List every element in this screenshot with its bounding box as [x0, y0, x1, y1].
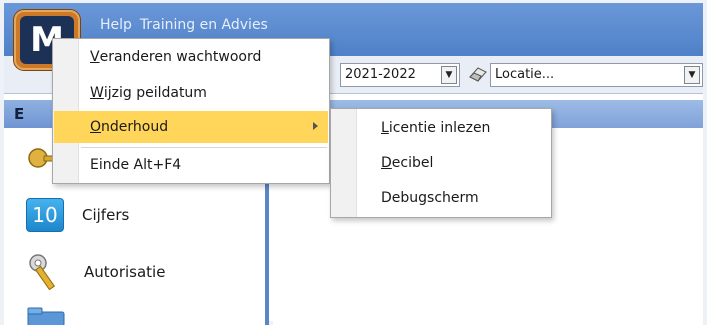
menu-separator: [81, 147, 327, 148]
submenu-item-license[interactable]: Licentie inlezen: [332, 112, 550, 144]
folder-icon: [27, 307, 65, 325]
chevron-down-icon[interactable]: ▼: [441, 66, 457, 84]
menu-item-exit[interactable]: Einde Alt+F4: [54, 149, 328, 181]
location-combo-value: Locatie...: [495, 67, 555, 82]
year-combo[interactable]: 2021-2022 ▼: [340, 63, 460, 87]
chevron-down-icon[interactable]: ▼: [684, 66, 700, 84]
menu-help[interactable]: Help: [100, 17, 132, 33]
nav-item-label: Cijfers: [82, 206, 130, 224]
year-combo-value: 2021-2022: [345, 67, 416, 82]
grades-10-icon: 10: [26, 198, 64, 232]
location-combo[interactable]: Locatie... ▼: [490, 63, 703, 87]
context-menu: Veranderen wachtwoord Wijzig peildatum O…: [52, 38, 330, 184]
nav-item-autorisatie[interactable]: Autorisatie: [26, 252, 165, 292]
nav-item-cijfers[interactable]: 10 Cijfers: [26, 198, 129, 232]
chevron-right-icon: [313, 122, 318, 130]
menu-training[interactable]: Training en Advies: [140, 17, 268, 33]
eraser-icon[interactable]: [468, 65, 488, 83]
key-icon: [29, 254, 56, 291]
menu-item-maintenance[interactable]: Onderhoud: [54, 111, 328, 143]
menu-item-change-date[interactable]: Wijzig peildatum: [54, 77, 328, 109]
nav-item-label: Autorisatie: [84, 263, 166, 281]
submenu-item-decibel[interactable]: Decibel: [332, 147, 550, 179]
menu-item-change-password[interactable]: Veranderen wachtwoord: [54, 41, 328, 73]
submenu: Licentie inlezen Decibel Debugscherm: [330, 108, 552, 218]
nav-item-folder[interactable]: [26, 306, 84, 325]
submenu-item-debug[interactable]: Debugscherm: [332, 182, 550, 214]
top-menu: Help Training en Advies: [100, 17, 276, 33]
